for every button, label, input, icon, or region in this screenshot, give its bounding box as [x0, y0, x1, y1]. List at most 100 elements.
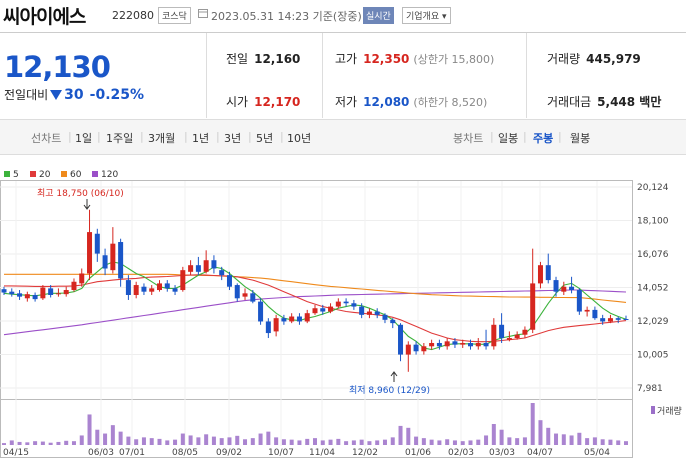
tab-1w[interactable]: 1주일: [106, 130, 133, 146]
volume-bar: [530, 403, 535, 445]
y-tick-label: 18,100: [637, 217, 669, 227]
volume-bar: [188, 435, 193, 445]
candle-body: [226, 275, 232, 287]
calendar-icon: [198, 9, 208, 18]
amount-value: 5,448 백만: [597, 95, 662, 109]
candle-body: [94, 233, 100, 254]
candle-chart-label: 봉차트: [453, 132, 484, 145]
divider: |: [558, 130, 562, 143]
candle-body: [561, 286, 567, 292]
candle-body: [265, 321, 271, 334]
volume-bar: [554, 433, 559, 445]
prev-close-value: 12,160: [254, 52, 301, 66]
change-row: 전일대비 30 -0.25%: [4, 86, 144, 103]
volume-bar: [289, 439, 294, 445]
current-price: 12,130: [4, 50, 111, 84]
volume-bar: [359, 439, 364, 445]
volume-bar: [227, 437, 232, 445]
tab-3y[interactable]: 3년: [224, 130, 241, 146]
realtime-button[interactable]: 실시간: [363, 7, 394, 24]
x-tick-label: 07/01: [119, 448, 145, 458]
x-tick-label: 10/07: [268, 448, 294, 458]
open-value: 12,170: [254, 95, 301, 109]
volume-bar: [266, 431, 271, 445]
prev-close: 전일 12,160: [226, 50, 300, 67]
x-tick-label: 04/07: [527, 448, 553, 458]
candle-body: [219, 270, 225, 276]
tab-10y[interactable]: 10년: [287, 130, 311, 146]
volume-bar: [344, 441, 349, 445]
candle-body: [592, 309, 598, 319]
x-tick-label: 09/02: [216, 448, 242, 458]
candle-body: [491, 324, 497, 347]
candle-body: [71, 281, 77, 291]
candle-body: [211, 260, 217, 269]
volume-bar: [118, 431, 123, 445]
tab-monthly[interactable]: 월봉: [570, 130, 590, 146]
candle-body: [351, 303, 357, 307]
timestamp: 2023.05.31 14:23 기준(장중): [211, 10, 362, 23]
candle-body: [553, 280, 559, 292]
tab-1d[interactable]: 1일: [75, 130, 92, 146]
candle-body: [250, 293, 256, 302]
market-badge: 코스닥: [158, 7, 191, 24]
divider: [322, 33, 323, 118]
candle-body: [530, 283, 536, 330]
x-tick-label: 03/03: [489, 448, 515, 458]
candle-body: [180, 270, 186, 291]
amount-label: 거래대금: [547, 95, 592, 109]
candle-body: [320, 308, 326, 312]
divider: |: [248, 130, 252, 143]
company-info-dropdown[interactable]: 기업개요 ▾: [402, 7, 451, 24]
volume-bar: [390, 437, 395, 445]
tab-5y[interactable]: 5년: [256, 130, 273, 146]
candle-body: [475, 342, 481, 347]
y-tick-label: 20,124: [637, 183, 669, 193]
legend-label: 60: [70, 170, 82, 180]
tab-weekly[interactable]: 주봉: [533, 130, 553, 146]
candle-body: [429, 342, 435, 347]
candle-body: [398, 324, 404, 355]
candle-body: [623, 318, 629, 320]
candle-body: [125, 280, 131, 295]
ma60-line: [4, 273, 627, 303]
volume-bar: [48, 442, 53, 445]
low-value: 12,080: [363, 95, 410, 109]
volume-bar: [250, 438, 255, 445]
x-tick-label: 02/03: [448, 448, 474, 458]
down-arrow-icon: [83, 199, 91, 210]
volume-bar: [281, 439, 286, 445]
tab-daily[interactable]: 일봉: [498, 130, 518, 146]
candle-body: [110, 243, 116, 271]
volume-bar: [328, 439, 333, 445]
divider: |: [490, 130, 494, 143]
volume-bar: [460, 441, 465, 445]
volume-bar: [165, 440, 170, 445]
volume-bar: [320, 440, 325, 445]
tab-3m[interactable]: 3개월: [148, 130, 175, 146]
candle-body: [234, 285, 240, 299]
ma120-line: [3, 289, 627, 336]
tab-1y[interactable]: 1년: [192, 130, 209, 146]
candle-body: [366, 311, 372, 315]
candle-body: [141, 286, 147, 292]
candle-body: [359, 306, 365, 315]
legend-label: 20: [39, 170, 51, 180]
y-tick-label: 12,029: [637, 317, 669, 327]
volume-bar: [624, 441, 628, 445]
volume-bar: [243, 439, 248, 445]
legend-ma20: 20: [30, 170, 50, 180]
divider: [0, 32, 686, 33]
volume-bar: [157, 438, 162, 445]
amount-stat: 거래대금 5,448 백만: [547, 93, 661, 110]
candle-body: [615, 318, 621, 320]
volume-bar: [95, 429, 100, 445]
candle-body: [63, 290, 69, 295]
volume-bar: [437, 440, 442, 445]
volume-bar: [313, 438, 317, 445]
x-tick-label: 08/05: [172, 448, 198, 458]
lower-limit: (하한가 8,520): [413, 96, 488, 109]
volume-bar: [9, 440, 14, 445]
candle-body: [343, 301, 349, 304]
legend-swatch: [30, 171, 36, 177]
